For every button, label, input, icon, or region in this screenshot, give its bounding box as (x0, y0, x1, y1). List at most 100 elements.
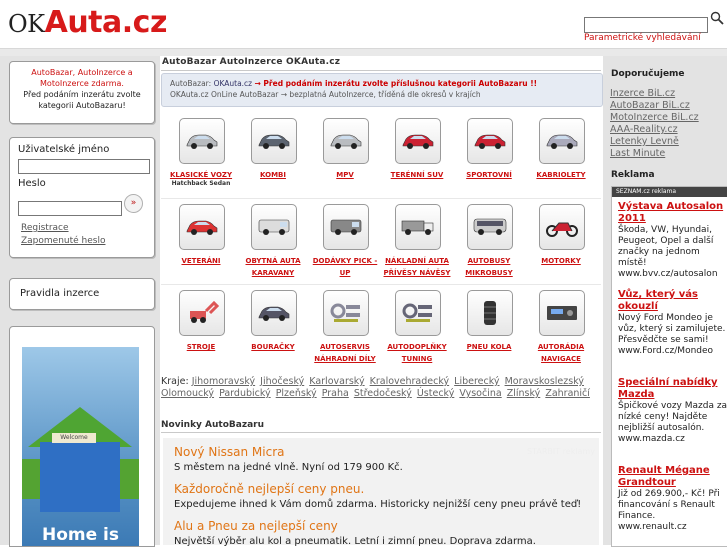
search-input[interactable] (584, 16, 708, 33)
category-tile[interactable]: STROJE (165, 290, 237, 370)
estate-car-icon[interactable] (251, 118, 297, 164)
region-link[interactable]: Plzeňský (276, 388, 317, 399)
category-tile[interactable]: AUTOSERVIS NÁHRADNÍ DÍLY (309, 290, 381, 370)
category-label[interactable]: STROJE (165, 341, 237, 353)
category-label[interactable]: DODÁVKY PICK - UP (309, 255, 381, 279)
category-tile[interactable]: AUTORÁDIA NAVIGACE (525, 290, 597, 370)
camper-van-icon[interactable] (251, 204, 297, 250)
mpv-car-icon[interactable] (323, 118, 369, 164)
cabriolet-icon[interactable] (539, 118, 585, 164)
left-banner[interactable]: Welcome Home is (9, 326, 155, 547)
region-link[interactable]: Zahraničí (545, 388, 590, 399)
recommend-link[interactable]: MotoInzerce BiL.cz (610, 112, 699, 123)
news-headline[interactable]: Nový Nissan Micra (174, 445, 403, 459)
category-tile[interactable]: AUTODOPLŇKY TUNING (381, 290, 453, 370)
category-label[interactable]: MOTORKY (525, 255, 597, 267)
region-link[interactable]: Liberecký (454, 376, 499, 387)
password-input[interactable] (18, 201, 122, 216)
category-tile[interactable]: MOTORKY (525, 204, 597, 284)
region-link[interactable]: Ústecký (417, 388, 454, 399)
news-item[interactable]: Alu a Pneu za nejlepší ceny Největší výb… (174, 519, 536, 547)
truck-icon[interactable] (395, 204, 441, 250)
category-label[interactable]: TERÉNNÍ SUV (381, 169, 453, 181)
ad-item[interactable]: Speciální nabídky Mazda Špičkové vozy Ma… (618, 377, 727, 445)
suv-car-icon[interactable] (395, 118, 441, 164)
region-link[interactable]: Karlovarský (309, 376, 364, 387)
category-tile[interactable]: TERÉNNÍ SUV (381, 118, 453, 198)
region-link[interactable]: Pardubický (219, 388, 271, 399)
category-label[interactable]: KABRIOLETY (525, 169, 597, 181)
tire-icon[interactable] (467, 290, 513, 336)
info-site-link[interactable]: OKAuta.cz (214, 79, 253, 88)
bus-icon[interactable] (467, 204, 513, 250)
category-label[interactable]: OBYTNÁ AUTA KARAVANY (237, 255, 309, 279)
car-parts-icon[interactable] (323, 290, 369, 336)
region-link[interactable]: Praha (322, 388, 349, 399)
category-label[interactable]: AUTOSERVIS NÁHRADNÍ DÍLY (309, 341, 381, 365)
ad-title[interactable]: Výstava Autosalon 2011 (618, 201, 727, 225)
category-tile[interactable]: AUTOBUSY MIKROBUSY (453, 204, 525, 284)
region-link[interactable]: Vysočina (459, 388, 501, 399)
category-tile[interactable]: MPV (309, 118, 381, 198)
region-link[interactable]: Jihočeský (260, 376, 304, 387)
recommend-link[interactable]: Letenky Levně (610, 136, 679, 147)
category-label[interactable]: AUTORÁDIA NAVIGACE (525, 341, 597, 365)
rules-link[interactable]: Pravidla inzerce (20, 288, 99, 299)
sedan-car-icon[interactable] (179, 118, 225, 164)
sports-car-icon[interactable] (467, 118, 513, 164)
category-tile[interactable]: KOMBI (237, 118, 309, 198)
category-label[interactable]: KOMBI (237, 169, 309, 181)
category-label[interactable]: AUTODOPLŇKY TUNING (381, 341, 453, 365)
recommend-link[interactable]: AAA-Reality.cz (610, 124, 678, 135)
category-tile[interactable]: OBYTNÁ AUTA KARAVANY (237, 204, 309, 284)
category-tile[interactable]: NÁKLADNÍ AUTA PŘÍVĚSY NÁVĚSY (381, 204, 453, 284)
ad-title[interactable]: Vůz, který vás okouzlí (618, 289, 727, 313)
recommend-link[interactable]: Inzerce BiL.cz (610, 88, 675, 99)
category-label[interactable]: NÁKLADNÍ AUTA PŘÍVĚSY NÁVĚSY (381, 255, 453, 279)
category-tile[interactable]: VETERÁNI (165, 204, 237, 284)
advanced-search-link[interactable]: Parametrické vyhledávání (584, 33, 701, 43)
news-item[interactable]: Nový Nissan Micra S městem na jedné vlně… (174, 445, 403, 473)
recommend-link[interactable]: Last Minute (610, 148, 665, 159)
crashed-car-icon[interactable] (251, 290, 297, 336)
category-label[interactable]: VETERÁNI (165, 255, 237, 267)
machine-icon[interactable] (179, 290, 225, 336)
category-tile[interactable]: DODÁVKY PICK - UP (309, 204, 381, 284)
category-label[interactable]: PNEU KOLA (453, 341, 525, 353)
region-link[interactable]: Moravskoslezský (505, 376, 584, 387)
delivery-van-icon[interactable] (323, 204, 369, 250)
category-tile[interactable]: KABRIOLETY (525, 118, 597, 198)
news-headline[interactable]: Alu a Pneu za nejlepší ceny (174, 519, 536, 533)
ad-item[interactable]: Renault Mégane Grandtour Již od 269.900,… (618, 465, 727, 533)
motorcycle-icon[interactable] (539, 204, 585, 250)
category-tile[interactable]: KLASICKÉ VOZY Hatchback Sedan (165, 118, 237, 198)
region-link[interactable]: Středočeský (354, 388, 412, 399)
ad-item[interactable]: Výstava Autosalon 2011 Škoda, VW, Hyunda… (618, 201, 727, 280)
ad-title[interactable]: Speciální nabídky Mazda (618, 377, 727, 401)
region-link[interactable]: Olomoucký (161, 388, 214, 399)
vintage-car-icon[interactable] (179, 204, 225, 250)
region-link[interactable]: Jihomoravský (192, 376, 255, 387)
rules-box[interactable]: Pravidla inzerce (9, 278, 155, 310)
forgot-password-link[interactable]: Zapomenuté heslo (21, 236, 105, 246)
username-input[interactable] (18, 159, 150, 174)
region-link[interactable]: Zlínský (507, 388, 541, 399)
category-tile[interactable]: SPORTOVNÍ (453, 118, 525, 198)
tuning-parts-icon[interactable] (395, 290, 441, 336)
ad-title[interactable]: Renault Mégane Grandtour (618, 465, 727, 489)
recommend-link[interactable]: AutoBazar BiL.cz (610, 100, 690, 111)
category-label[interactable]: SPORTOVNÍ (453, 169, 525, 181)
category-tile[interactable]: PNEU KOLA (453, 290, 525, 370)
category-label[interactable]: BOURAČKY (237, 341, 309, 353)
news-item[interactable]: Každoročně nejlepší ceny pneu. Expedujem… (174, 482, 581, 510)
search-icon[interactable] (710, 10, 724, 25)
category-tile[interactable]: BOURAČKY (237, 290, 309, 370)
register-link[interactable]: Registrace (21, 223, 69, 233)
category-label[interactable]: AUTOBUSY MIKROBUSY (453, 255, 525, 279)
site-logo[interactable]: OKAuta.cz (8, 6, 167, 41)
news-headline[interactable]: Každoročně nejlepší ceny pneu. (174, 482, 581, 496)
car-radio-icon[interactable] (539, 290, 585, 336)
region-link[interactable]: Kralovehradecký (370, 376, 450, 387)
ad-item[interactable]: Vůz, který vás okouzlí Nový Ford Mondeo … (618, 289, 727, 357)
category-label[interactable]: MPV (309, 169, 381, 181)
